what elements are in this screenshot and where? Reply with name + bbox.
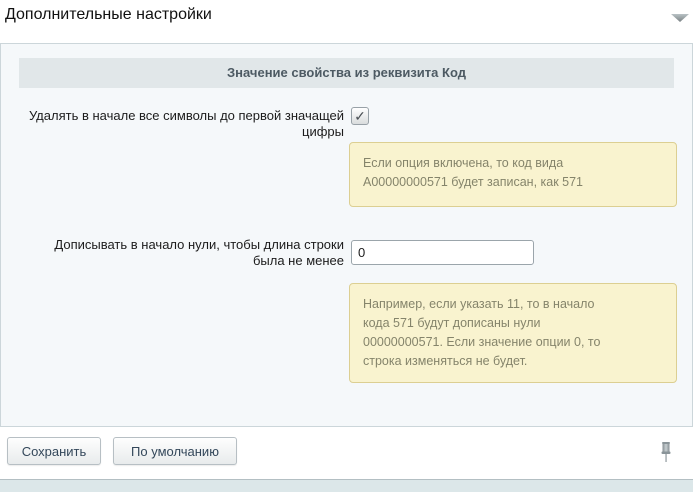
bottom-panel-edge: [0, 479, 693, 492]
pin-icon[interactable]: [660, 441, 672, 463]
pad-option-label: Дописывать в начало нули, чтобы длина ст…: [13, 237, 344, 269]
save-button[interactable]: Сохранить: [7, 437, 101, 465]
page-title: Дополнительные настройки: [5, 6, 212, 24]
defaults-button[interactable]: По умолчанию: [113, 437, 237, 465]
checkmark-icon: ✓: [354, 108, 366, 124]
pad-length-input[interactable]: [351, 240, 534, 265]
strip-option-hint: Если опция включена, то код видаA0000000…: [349, 142, 677, 207]
pad-option-hint: Например, если указать 11, то в началоко…: [349, 283, 677, 383]
additional-settings-window: Дополнительные настройки Значение свойст…: [0, 0, 693, 492]
strip-option-label: Удалять в начале все символы до первой з…: [13, 108, 344, 140]
settings-panel: Значение свойства из реквизита Код Удаля…: [0, 43, 693, 427]
group-title: Значение свойства из реквизита Код: [19, 58, 674, 88]
strip-option-checkbox[interactable]: ✓: [351, 107, 369, 125]
chevron-down-icon[interactable]: [670, 10, 690, 20]
